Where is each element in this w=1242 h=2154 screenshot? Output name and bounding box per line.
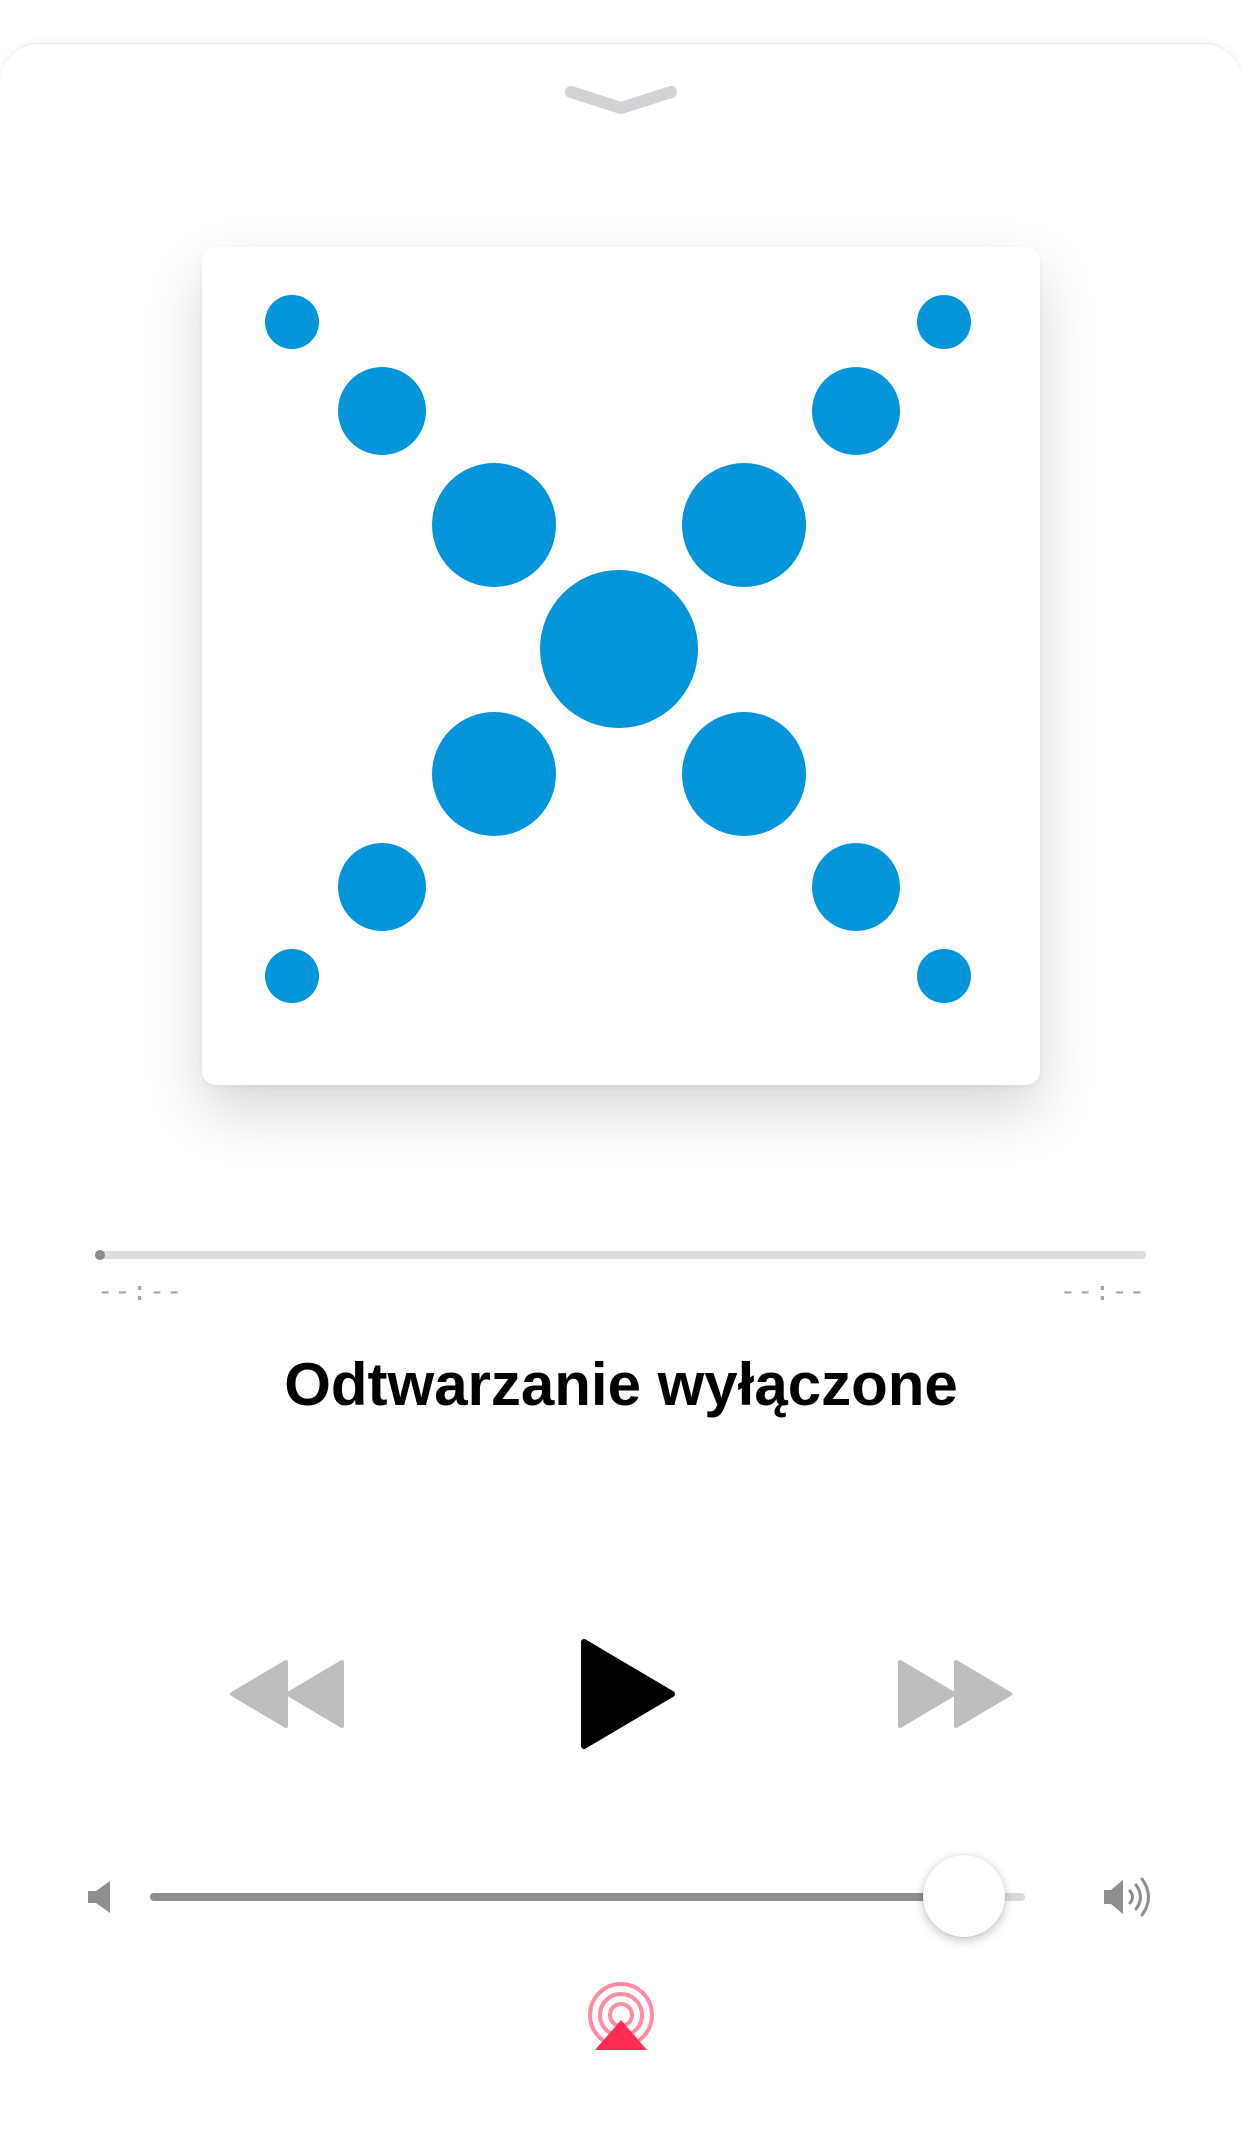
rewind-icon (230, 1660, 344, 1728)
elapsed-time: --:-- (97, 1276, 184, 1307)
fast-forward-icon (898, 1660, 1012, 1728)
dots-x-logo (265, 295, 971, 1003)
volume-fill (150, 1893, 964, 1901)
volume-knob[interactable] (922, 1855, 1005, 1937)
progress-track[interactable] (97, 1251, 1146, 1259)
airplay-icon (588, 1982, 654, 2050)
play-icon (581, 1639, 675, 1749)
volume-slider[interactable] (150, 1893, 1025, 1901)
chevron-down-icon[interactable] (563, 82, 679, 118)
play-button[interactable] (578, 1636, 678, 1752)
progress-knob[interactable] (95, 1250, 105, 1260)
remaining-time: --:-- (1059, 1276, 1146, 1307)
fast-forward-button[interactable] (896, 1658, 1012, 1730)
airplay-button[interactable] (586, 1982, 656, 2052)
playback-status-title: Odtwarzanie wyłączone (284, 1351, 958, 1418)
speaker-high-icon (1102, 1874, 1154, 1920)
now-playing-screen: --:-- --:-- Odtwarzanie wyłączone (0, 0, 1242, 2154)
rewind-button[interactable] (230, 1658, 346, 1730)
speaker-low-icon (86, 1880, 114, 1914)
album-artwork (202, 247, 1040, 1085)
